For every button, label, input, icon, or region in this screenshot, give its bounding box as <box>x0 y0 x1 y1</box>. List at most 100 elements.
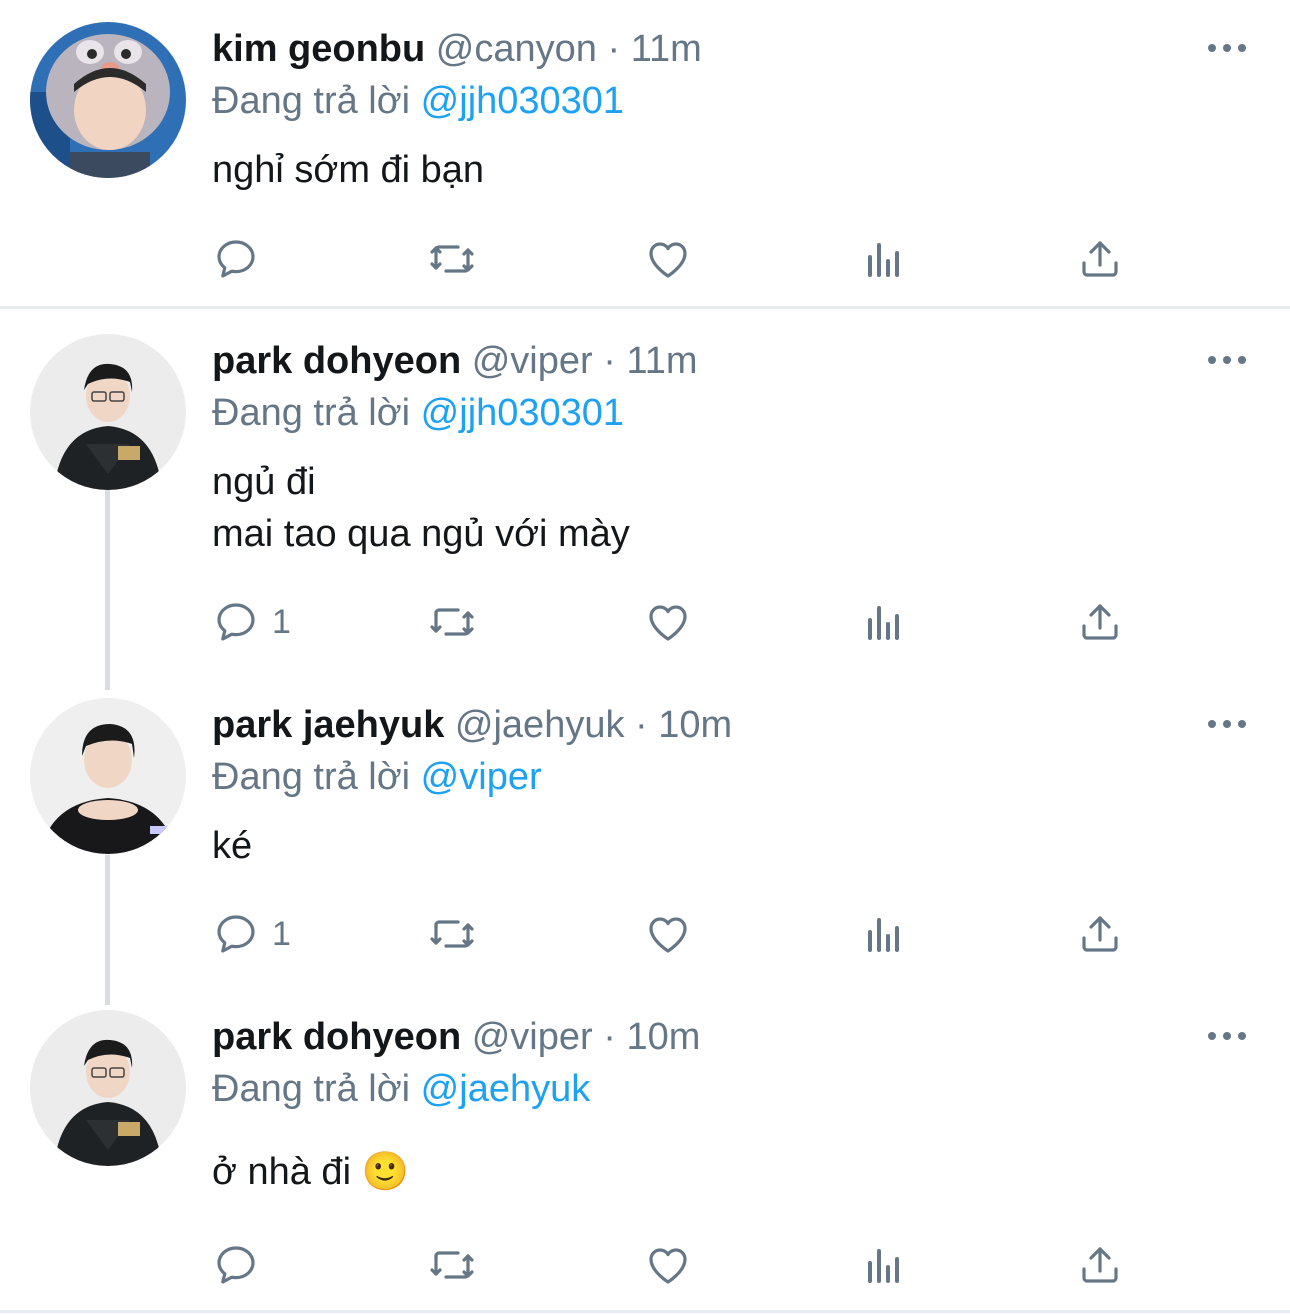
author-handle[interactable]: @viper <box>472 340 593 382</box>
author-handle[interactable]: @viper <box>472 1016 593 1058</box>
timestamp[interactable]: 11m <box>626 340 697 382</box>
mention-link[interactable]: @jjh030301 <box>421 392 624 434</box>
share-button[interactable] <box>1076 597 1124 647</box>
share-button[interactable] <box>1076 909 1124 959</box>
retweet-icon <box>430 1251 474 1279</box>
replying-to: Đang trả lời @jjh030301 <box>212 390 624 436</box>
avatar[interactable] <box>30 698 186 854</box>
like-button[interactable] <box>644 597 692 647</box>
avatar-photo-jaehyuk <box>30 698 186 854</box>
analytics-icon <box>868 243 899 277</box>
tweet-actions <box>212 1240 1132 1290</box>
tweet-actions: 1 <box>212 909 1132 959</box>
share-icon <box>1082 916 1118 952</box>
author-name[interactable]: kim geonbu <box>212 28 425 70</box>
author-name[interactable]: park dohyeon <box>212 1016 461 1058</box>
like-button[interactable] <box>644 1240 692 1290</box>
replying-prefix: Đang trả lời <box>212 392 411 434</box>
timestamp[interactable]: 10m <box>626 1016 700 1058</box>
tweet-text-line: mai tao qua ngủ với mày <box>212 513 630 555</box>
tweet-text-line: ngủ đi <box>212 461 316 503</box>
replying-prefix: Đang trả lời <box>212 80 411 122</box>
timestamp[interactable]: 10m <box>658 704 732 746</box>
more-button[interactable] <box>1206 1026 1248 1046</box>
avatar-photo-viper <box>30 334 186 490</box>
replying-prefix: Đang trả lời <box>212 1068 411 1110</box>
author-handle[interactable]: @canyon <box>436 28 597 70</box>
replying-to: Đang trả lời @jjh030301 <box>212 78 624 124</box>
author-name[interactable]: park jaehyuk <box>212 704 444 746</box>
share-button[interactable] <box>1076 234 1124 284</box>
like-button[interactable] <box>644 909 692 959</box>
more-icon <box>1208 44 1246 52</box>
analytics-button[interactable] <box>860 1240 908 1290</box>
more-button[interactable] <box>1206 38 1248 58</box>
meta-separator: · <box>603 1016 616 1058</box>
thread-connector <box>105 855 110 1005</box>
retweet-icon <box>430 920 474 948</box>
like-icon <box>649 605 687 641</box>
reply-icon <box>217 1246 255 1284</box>
reply-count: 1 <box>272 602 291 641</box>
more-button[interactable] <box>1206 714 1248 734</box>
avatar[interactable] <box>30 22 186 178</box>
replying-to: Đang trả lời @jaehyuk <box>212 1066 590 1112</box>
share-icon <box>1082 241 1118 277</box>
retweet-button[interactable] <box>428 234 476 284</box>
avatar-photo-canyon <box>30 22 186 178</box>
more-icon <box>1208 720 1246 728</box>
reply-icon <box>217 240 255 278</box>
reply-button[interactable]: 1 <box>212 909 291 959</box>
retweet-button[interactable] <box>428 909 476 959</box>
tweet[interactable]: park jaehyuk @jaehyuk · 10m Đang trả lời… <box>0 690 1290 1010</box>
share-button[interactable] <box>1076 1240 1124 1290</box>
like-icon <box>649 917 687 953</box>
thread-connector <box>105 490 110 690</box>
more-button[interactable] <box>1206 350 1248 370</box>
avatar[interactable] <box>30 1010 186 1166</box>
tweet-actions: 1 <box>212 597 1132 647</box>
like-button[interactable] <box>644 234 692 284</box>
tweet-actions <box>212 234 1132 284</box>
tweet-text: ngủ đi mai tao qua ngủ với mày <box>212 456 630 560</box>
tweet[interactable]: kim geonbu @canyon · 11m Đang trả lời @j… <box>0 0 1290 309</box>
retweet-icon <box>430 245 474 273</box>
author-name[interactable]: park dohyeon <box>212 340 461 382</box>
tweet-text-line: ở nhà đi 🙂 <box>212 1151 409 1193</box>
retweet-button[interactable] <box>428 597 476 647</box>
like-icon <box>649 1248 687 1284</box>
mention-link[interactable]: @viper <box>421 756 542 798</box>
avatar-photo-viper <box>30 1010 186 1166</box>
tweet-text: ké <box>212 820 252 872</box>
mention-link[interactable]: @jjh030301 <box>421 80 624 122</box>
meta-separator: · <box>635 704 648 746</box>
analytics-icon <box>868 1249 899 1283</box>
analytics-button[interactable] <box>860 597 908 647</box>
tweet[interactable]: park dohyeon @viper · 10m Đang trả lời @… <box>0 1002 1290 1315</box>
author-handle[interactable]: @jaehyuk <box>455 704 625 746</box>
tweet-divider <box>0 306 1290 309</box>
avatar[interactable] <box>30 334 186 490</box>
meta-separator: · <box>607 28 621 70</box>
tweet-divider <box>0 1310 1290 1313</box>
analytics-icon <box>868 606 899 640</box>
analytics-icon <box>868 918 899 952</box>
reply-count: 1 <box>272 914 291 953</box>
reply-icon <box>217 603 255 641</box>
like-icon <box>649 242 687 278</box>
analytics-button[interactable] <box>860 234 908 284</box>
analytics-button[interactable] <box>860 909 908 959</box>
share-icon <box>1082 1247 1118 1283</box>
tweet[interactable]: park dohyeon @viper · 11m Đang trả lời @… <box>0 310 1290 690</box>
more-icon <box>1208 1032 1246 1040</box>
timestamp[interactable]: 11m <box>631 28 702 70</box>
retweet-icon <box>430 608 474 636</box>
replying-to: Đang trả lời @viper <box>212 754 542 800</box>
reply-button[interactable]: 1 <box>212 597 291 647</box>
mention-link[interactable]: @jaehyuk <box>421 1068 591 1110</box>
reply-icon <box>217 915 255 953</box>
retweet-button[interactable] <box>428 1240 476 1290</box>
reply-button[interactable] <box>212 234 272 284</box>
reply-button[interactable] <box>212 1240 272 1290</box>
share-icon <box>1082 604 1118 640</box>
